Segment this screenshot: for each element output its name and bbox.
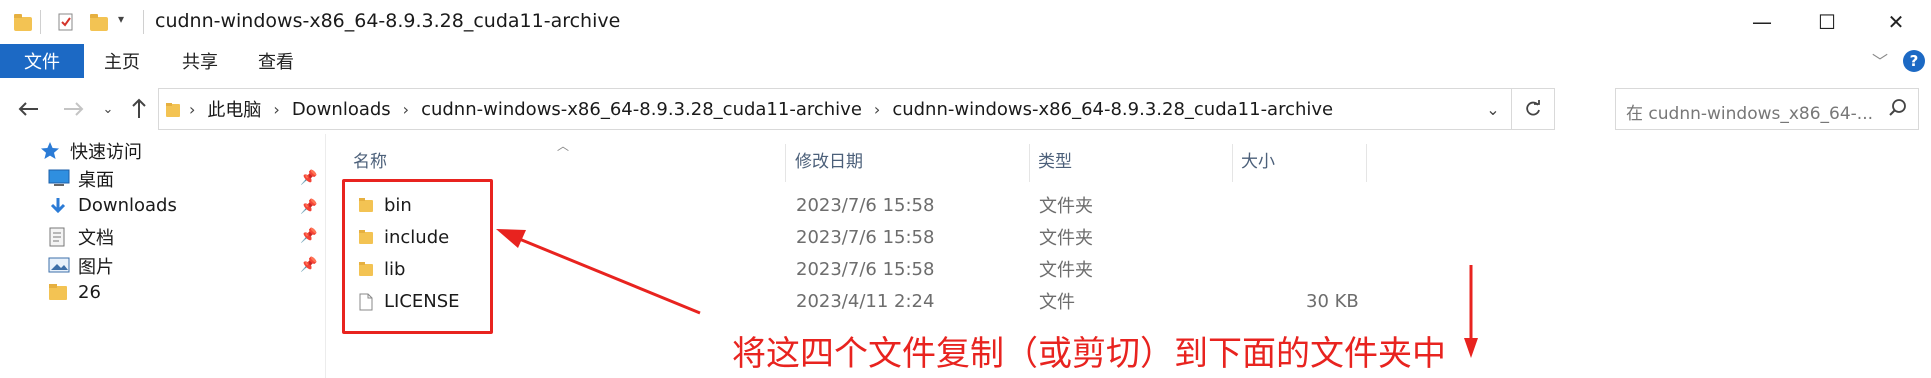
file-row[interactable]: LICENSE 2023/4/11 2:24 文件 30 KB [350, 285, 1370, 317]
close-button[interactable]: ✕ [1861, 0, 1931, 44]
divider [40, 10, 41, 34]
breadcrumb-downloads[interactable]: Downloads [292, 99, 391, 120]
column-header-name[interactable]: 名称 [353, 144, 387, 174]
file-modified: 2023/7/6 15:58 [796, 258, 935, 280]
column-divider[interactable] [785, 144, 786, 182]
download-icon [48, 196, 70, 216]
chevron-down-icon[interactable]: ﹀ [1872, 48, 1888, 72]
minimize-button[interactable]: — [1727, 0, 1797, 44]
file-row[interactable]: bin 2023/7/6 15:58 文件夹 [350, 189, 1370, 221]
column-header-size[interactable]: 大小 [1241, 144, 1275, 174]
star-icon [40, 141, 62, 161]
divider [143, 10, 144, 34]
customize-toolbar-icon[interactable]: ▾ [118, 12, 140, 32]
file-modified: 2023/4/11 2:24 [796, 290, 935, 312]
file-modified: 2023/7/6 15:58 [796, 226, 935, 248]
sort-ascending-icon: ︿ [557, 139, 570, 153]
arrow-up-icon [132, 98, 146, 118]
file-row[interactable]: include 2023/7/6 15:58 文件夹 [350, 221, 1370, 253]
refresh-icon [1526, 100, 1540, 116]
maximize-button[interactable]: ☐ [1792, 0, 1862, 44]
nav-item-26[interactable]: 26 [48, 282, 101, 303]
window-title: cudnn-windows-x86_64-8.9.3.28_cuda11-arc… [155, 10, 621, 32]
arrow-right-icon [64, 102, 84, 116]
search-icon[interactable] [1888, 98, 1908, 118]
navigation-bar: ⌄ › 此电脑 › Downloads › cudnn-windows-x86_… [0, 86, 1931, 134]
nav-quick-access[interactable]: 快速访问 [40, 138, 142, 164]
file-type: 文件 [1039, 292, 1075, 313]
tab-file[interactable]: 文件 [0, 44, 84, 78]
pin-icon[interactable]: 📌 [300, 199, 317, 215]
file-row[interactable]: lib 2023/7/6 15:58 文件夹 [350, 253, 1370, 285]
column-divider[interactable] [1232, 144, 1233, 182]
breadcrumb: › 此电脑 › Downloads › cudnn-windows-x86_64… [189, 89, 1333, 129]
nav-item-label: 桌面 [78, 170, 114, 191]
tab-home[interactable]: 主页 [90, 44, 154, 78]
chevron-right-icon[interactable]: › [189, 100, 195, 119]
search-box[interactable]: 在 cudnn-windows_x86_64-... [1615, 88, 1919, 130]
up-button[interactable] [124, 94, 154, 124]
nav-item-label: 图片 [78, 257, 114, 278]
nav-item-documents[interactable]: 文档 [48, 224, 114, 250]
search-input[interactable]: 在 cudnn-windows_x86_64-... [1626, 99, 1881, 124]
recent-locations-button[interactable]: ⌄ [98, 94, 118, 124]
nav-quick-access-label: 快速访问 [70, 142, 142, 163]
file-type: 文件夹 [1039, 196, 1093, 217]
chevron-right-icon[interactable]: › [874, 100, 880, 119]
arrow-left-icon [18, 102, 38, 116]
desktop-icon [48, 169, 70, 189]
column-header-type[interactable]: 类型 [1038, 144, 1072, 174]
folder-icon [48, 283, 70, 303]
tab-view[interactable]: 查看 [244, 44, 308, 78]
folder-icon [12, 12, 34, 32]
breadcrumb-archive-parent[interactable]: cudnn-windows-x86_64-8.9.3.28_cuda11-arc… [421, 99, 862, 120]
pin-icon[interactable]: 📌 [300, 170, 317, 186]
folder-icon [165, 102, 181, 122]
pin-icon[interactable]: 📌 [300, 228, 317, 244]
column-divider[interactable] [1029, 144, 1030, 182]
nav-item-label: Downloads [78, 195, 177, 216]
document-icon [48, 227, 70, 247]
annotation-text: 将这四个文件复制（或剪切）到下面的文件夹中 [732, 334, 1446, 374]
nav-item-pictures[interactable]: 图片 [48, 253, 114, 279]
forward-button[interactable] [56, 94, 90, 124]
file-type: 文件夹 [1039, 260, 1093, 281]
file-type: 文件夹 [1039, 228, 1093, 249]
nav-item-label: 文档 [78, 228, 114, 249]
breadcrumb-this-pc[interactable]: 此电脑 [207, 96, 261, 122]
pin-icon[interactable]: 📌 [300, 257, 317, 273]
properties-icon[interactable] [56, 12, 78, 32]
title-bar: ▾ cudnn-windows-x86_64-8.9.3.28_cuda11-a… [0, 0, 1931, 44]
chevron-down-icon[interactable]: ⌄ [1476, 89, 1510, 129]
nav-item-label: 26 [78, 282, 101, 303]
column-header-modified[interactable]: 修改日期 [795, 144, 863, 174]
chevron-right-icon[interactable]: › [403, 100, 409, 119]
address-bar[interactable]: › 此电脑 › Downloads › cudnn-windows-x86_64… [158, 88, 1555, 130]
new-folder-icon[interactable] [88, 12, 110, 32]
refresh-button[interactable] [1511, 89, 1554, 129]
highlight-box [342, 179, 493, 334]
back-button[interactable] [12, 94, 46, 124]
nav-item-downloads[interactable]: Downloads [48, 195, 177, 216]
pictures-icon [48, 256, 70, 276]
help-button[interactable]: ? [1903, 50, 1925, 72]
navigation-pane: 快速访问 桌面 📌 Downloads 📌 文档 📌 图片 📌 26 [0, 134, 326, 378]
arrow-head [1464, 338, 1478, 358]
nav-item-desktop[interactable]: 桌面 [48, 166, 114, 192]
breadcrumb-archive-current[interactable]: cudnn-windows-x86_64-8.9.3.28_cuda11-arc… [892, 99, 1333, 120]
column-divider[interactable] [1366, 144, 1367, 182]
ribbon-tabs: 文件 主页 共享 查看 ﹀ ? [0, 44, 1931, 78]
file-modified: 2023/7/6 15:58 [796, 194, 935, 216]
chevron-right-icon[interactable]: › [273, 100, 279, 119]
tab-share[interactable]: 共享 [168, 44, 232, 78]
file-size: 30 KB [1306, 290, 1359, 312]
